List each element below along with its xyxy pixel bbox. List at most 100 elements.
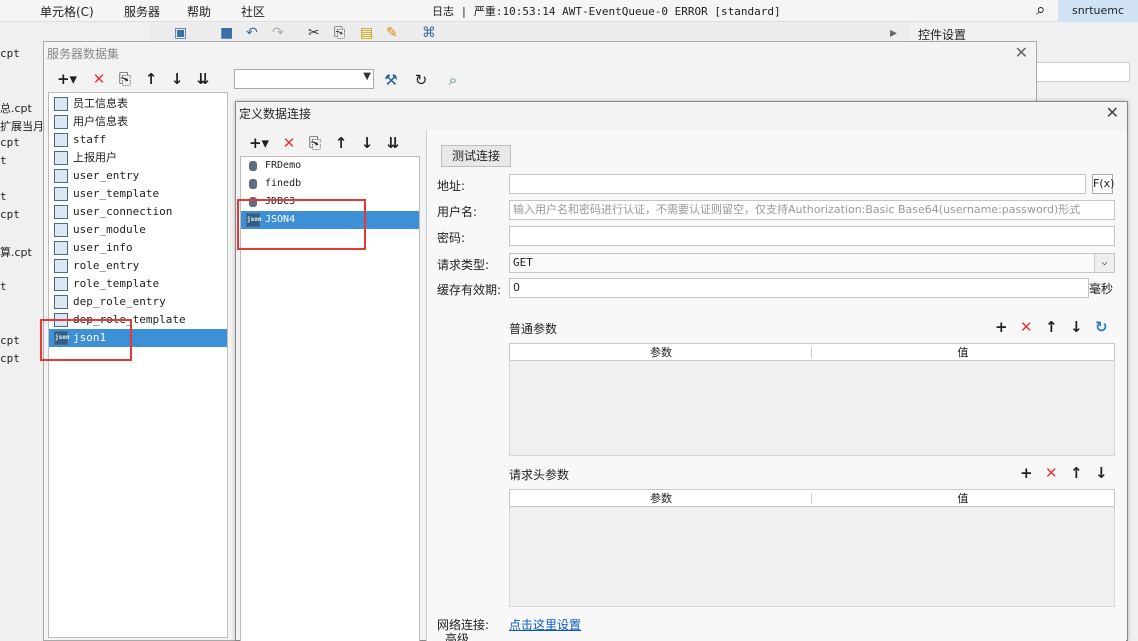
- add-icon[interactable]: +: [1020, 464, 1033, 482]
- chevron-down-icon[interactable]: ⌵: [1094, 254, 1114, 272]
- item-label: FRDemo: [265, 160, 302, 171]
- list-item[interactable]: FRDemo: [241, 157, 419, 175]
- search-icon[interactable]: ⌕: [1036, 0, 1046, 20]
- file-item[interactable]: cpt: [0, 352, 20, 365]
- refresh-icon[interactable]: ↻: [410, 69, 432, 91]
- file-item[interactable]: t: [0, 154, 7, 167]
- list-item[interactable]: 员工信息表: [49, 95, 227, 113]
- move-down-icon[interactable]: ↓: [1070, 318, 1083, 336]
- delete-icon[interactable]: ✕: [1045, 464, 1058, 482]
- list-item[interactable]: role_entry: [49, 257, 227, 275]
- file-item[interactable]: t: [0, 280, 7, 293]
- normal-params-table[interactable]: [509, 361, 1115, 456]
- move-up-icon[interactable]: ↑: [1045, 318, 1058, 336]
- delete-icon[interactable]: ✕: [88, 68, 110, 90]
- file-item[interactable]: cpt: [0, 334, 20, 347]
- dataset-toolbar: +▾ ✕ ⎘ ↑ ↓ ⇊: [48, 68, 228, 92]
- query-icon: [54, 205, 68, 219]
- sql-icon: [54, 133, 68, 147]
- password-input[interactable]: [509, 226, 1115, 246]
- property-field[interactable]: [1035, 62, 1130, 82]
- delete-icon[interactable]: ✕: [1020, 318, 1033, 336]
- network-settings-link[interactable]: 点击这里设置: [509, 616, 581, 633]
- dataset-selector[interactable]: ▼: [234, 69, 374, 89]
- copy-icon[interactable]: ⎘: [334, 25, 345, 41]
- move-up-icon[interactable]: ↑: [140, 68, 162, 90]
- edit-dataset-icon[interactable]: ⚒: [380, 69, 402, 91]
- menu-cell[interactable]: 单元格(C): [40, 3, 94, 20]
- close-icon[interactable]: ✕: [1015, 43, 1028, 62]
- move-up-icon[interactable]: ↑: [1070, 464, 1083, 482]
- undo-icon[interactable]: ↶: [246, 25, 258, 41]
- dialog-title: 定义数据连接: [239, 107, 312, 121]
- file-item[interactable]: cpt: [0, 136, 20, 149]
- menu-help[interactable]: 帮助: [187, 3, 211, 20]
- paste-icon[interactable]: ▤: [360, 25, 373, 41]
- edit-icon[interactable]: ▣: [174, 25, 187, 41]
- cut-icon[interactable]: ✂: [308, 25, 320, 41]
- username-input[interactable]: 输入用户名和密码进行认证，不需要认证则留空，仅支持Authorization:B…: [509, 200, 1115, 220]
- list-item[interactable]: finedb: [241, 175, 419, 193]
- list-item[interactable]: user_connection: [49, 203, 227, 221]
- close-icon[interactable]: ✕: [1106, 103, 1119, 122]
- list-item[interactable]: user_module: [49, 221, 227, 239]
- dialog-title: 服务器数据集: [47, 47, 120, 61]
- save-icon[interactable]: ■: [220, 25, 233, 41]
- sort-icon[interactable]: ⇊: [192, 68, 214, 90]
- list-item[interactable]: 上报用户: [49, 149, 227, 167]
- list-item[interactable]: user_template: [49, 185, 227, 203]
- test-connection-button[interactable]: 测试连接: [441, 145, 511, 167]
- query-icon: [54, 259, 68, 273]
- header-params-table[interactable]: [509, 507, 1115, 607]
- query-icon: [54, 295, 68, 309]
- list-item[interactable]: role_template: [49, 275, 227, 293]
- address-input[interactable]: [509, 174, 1086, 194]
- item-label: staff: [73, 133, 107, 146]
- user-badge[interactable]: snrtuemc: [1058, 0, 1138, 22]
- table-icon: [54, 115, 68, 129]
- password-label: 密码:: [437, 231, 466, 245]
- move-down-icon[interactable]: ↓: [356, 132, 378, 154]
- list-item[interactable]: staff: [49, 131, 227, 149]
- sort-icon[interactable]: ⇊: [382, 132, 404, 154]
- add-icon[interactable]: +▾: [244, 132, 274, 154]
- menu-community[interactable]: 社区: [241, 3, 265, 20]
- move-up-icon[interactable]: ↑: [330, 132, 352, 154]
- query-icon: [54, 241, 68, 255]
- copy-icon[interactable]: ⎘: [304, 132, 326, 154]
- file-item[interactable]: 算.cpt: [0, 244, 32, 260]
- advanced-label[interactable]: 高级: [445, 630, 469, 641]
- list-item[interactable]: 用户信息表: [49, 113, 227, 131]
- file-item[interactable]: 总.cpt: [0, 100, 32, 116]
- cache-input[interactable]: 0: [509, 278, 1089, 298]
- cache-label: 缓存有效期:: [437, 283, 502, 297]
- redo-icon[interactable]: ↷: [272, 25, 284, 41]
- add-icon[interactable]: +▾: [52, 68, 82, 90]
- file-item[interactable]: cpt: [0, 208, 20, 221]
- file-item[interactable]: cpt: [0, 47, 20, 60]
- formula-button[interactable]: F(x): [1092, 174, 1114, 194]
- menu-server[interactable]: 服务器: [124, 3, 160, 20]
- list-item[interactable]: dep_role_entry: [49, 293, 227, 311]
- copy-icon[interactable]: ⎘: [114, 68, 136, 90]
- file-item[interactable]: t: [0, 190, 7, 203]
- chevron-right-icon[interactable]: ▸: [890, 25, 897, 41]
- column-header-param: 参数: [650, 492, 672, 505]
- move-down-icon[interactable]: ↓: [1095, 464, 1108, 482]
- preview-icon[interactable]: ⌕: [442, 69, 464, 91]
- list-item[interactable]: user_info: [49, 239, 227, 257]
- item-label: user_template: [73, 187, 160, 200]
- annotation-box-json1: [40, 319, 132, 361]
- add-icon[interactable]: +: [995, 318, 1008, 336]
- file-item[interactable]: 扩展当月: [0, 118, 44, 134]
- refresh-icon[interactable]: ↻: [1095, 318, 1108, 336]
- plugin-icon[interactable]: ⌘: [422, 25, 436, 41]
- query-icon: [54, 169, 68, 183]
- move-down-icon[interactable]: ↓: [166, 68, 188, 90]
- request-type-select[interactable]: GET ⌵: [509, 253, 1115, 273]
- format-brush-icon[interactable]: ✎: [386, 25, 398, 41]
- list-item[interactable]: user_entry: [49, 167, 227, 185]
- sql-icon: [54, 151, 68, 165]
- delete-icon[interactable]: ✕: [278, 132, 300, 154]
- normal-params-title: 普通参数: [509, 322, 558, 336]
